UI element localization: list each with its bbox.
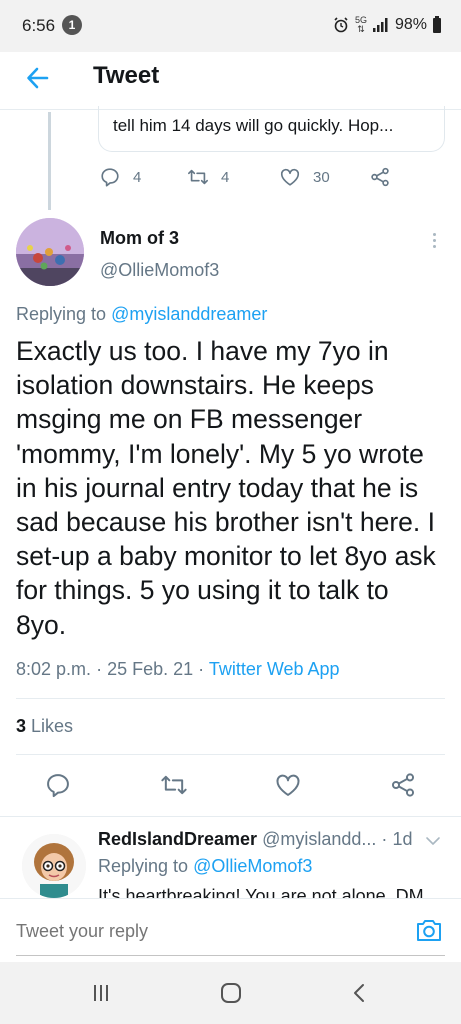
camera-icon [417, 920, 441, 941]
replying-prefix: Replying to [16, 304, 107, 324]
reply-count: 4 [133, 168, 142, 186]
divider [0, 816, 461, 817]
tweet-time: 8:02 p.m. [16, 659, 92, 679]
share-icon [371, 167, 389, 187]
dot [432, 238, 436, 242]
divider [16, 754, 445, 755]
author-name[interactable]: Mom of 3 [100, 228, 179, 249]
network-icon: 5G ⇅ [354, 15, 367, 34]
divider [16, 698, 445, 699]
home-button[interactable] [216, 980, 246, 1006]
reply-icon [101, 168, 119, 187]
tweet-source-link[interactable]: Twitter Web App [209, 659, 340, 679]
tweet-meta: 8:02 p.m. · 25 Feb. 21 · Twitter Web App [16, 659, 340, 680]
reply-header: RedIslandDreamer @myislandd... · 1d [98, 829, 448, 850]
cartoon-avatar-image [22, 834, 86, 898]
reply-compose-bar [0, 898, 461, 962]
status-time: 6:56 [22, 16, 56, 35]
retweet-icon [188, 169, 208, 185]
reply-button[interactable]: 4 [99, 166, 141, 188]
share-button[interactable] [369, 166, 391, 188]
reply-age: 1d [392, 829, 413, 849]
quoted-tweet-text: tell him 14 days will go quickly. Hop... [113, 116, 394, 135]
likes-label: Likes [31, 716, 74, 736]
notification-badge: 1 [62, 15, 82, 35]
reply-icon [47, 774, 69, 798]
replying-prefix: Replying to [98, 856, 189, 876]
arrow-left-icon [27, 67, 49, 89]
dot [432, 232, 436, 236]
quoted-tweet-card[interactable]: tell him 14 days will go quickly. Hop... [98, 106, 445, 152]
signal-icon [372, 18, 388, 32]
replying-to-link[interactable]: @OllieMomof3 [193, 856, 312, 876]
back-nav-button[interactable] [345, 980, 375, 1006]
replying-to-line: Replying to @myislanddreamer [16, 304, 267, 325]
thread-line [48, 112, 51, 210]
more-options-button[interactable] [424, 228, 444, 252]
system-navigation-bar [0, 962, 461, 1024]
share-button[interactable] [388, 770, 418, 800]
alarm-icon [334, 17, 348, 33]
recent-apps-button[interactable] [86, 980, 116, 1006]
status-icons: 5G ⇅ 98% [333, 15, 441, 34]
retweet-button[interactable] [159, 770, 189, 800]
home-icon [221, 983, 241, 1003]
reply-button[interactable] [43, 770, 73, 800]
chevron-left-icon [354, 984, 364, 1002]
reply-text: It's heartbreaking! You are not alone. D… [98, 886, 424, 898]
battery-icon [433, 15, 441, 33]
reply-author-name[interactable]: RedIslandDreamer [98, 829, 257, 849]
status-bar: 6:56 1 5G ⇅ 98% [0, 0, 461, 52]
retweet-button[interactable]: 4 [187, 166, 229, 188]
retweet-icon [161, 775, 187, 795]
author-handle[interactable]: @OllieMomof3 [100, 260, 219, 281]
hot-air-balloon-photo [16, 218, 84, 286]
heart-icon [280, 168, 300, 186]
heart-icon [276, 774, 300, 796]
like-button[interactable]: 30 [279, 166, 330, 188]
battery-percent: 98% [394, 16, 427, 33]
chevron-down-icon[interactable] [424, 832, 442, 850]
recent-apps-icon [94, 985, 108, 1001]
dot [432, 244, 436, 248]
page-title: Tweet [93, 62, 160, 89]
likes-summary[interactable]: 3 Likes [16, 716, 73, 737]
previous-tweet-actions: 4 4 30 [99, 166, 399, 190]
camera-button[interactable] [414, 915, 444, 945]
reply-avatar[interactable] [22, 834, 86, 898]
share-icon [391, 773, 415, 797]
top-app-bar: Tweet [0, 52, 461, 110]
avatar[interactable] [16, 218, 84, 286]
replying-to-link[interactable]: @myislanddreamer [111, 304, 267, 324]
tweet-date: 25 Feb. 21 [107, 659, 194, 679]
tweet-actions [0, 770, 461, 802]
reply-input[interactable] [16, 921, 248, 942]
like-button[interactable] [273, 770, 303, 800]
meta-separator: · [198, 659, 209, 679]
back-button[interactable] [20, 60, 56, 96]
input-underline [16, 955, 445, 956]
reply-replying-to-line: Replying to @OllieMomof3 [98, 856, 312, 877]
meta-separator: · [381, 829, 388, 849]
retweet-count: 4 [221, 168, 230, 186]
meta-separator: · [96, 659, 108, 679]
reply-author-handle[interactable]: @myislandd... [262, 829, 376, 849]
likes-count: 3 [16, 716, 27, 736]
like-count: 30 [313, 168, 330, 186]
tweet-text: Exactly us too. I have my 7yo in isolati… [16, 336, 436, 640]
